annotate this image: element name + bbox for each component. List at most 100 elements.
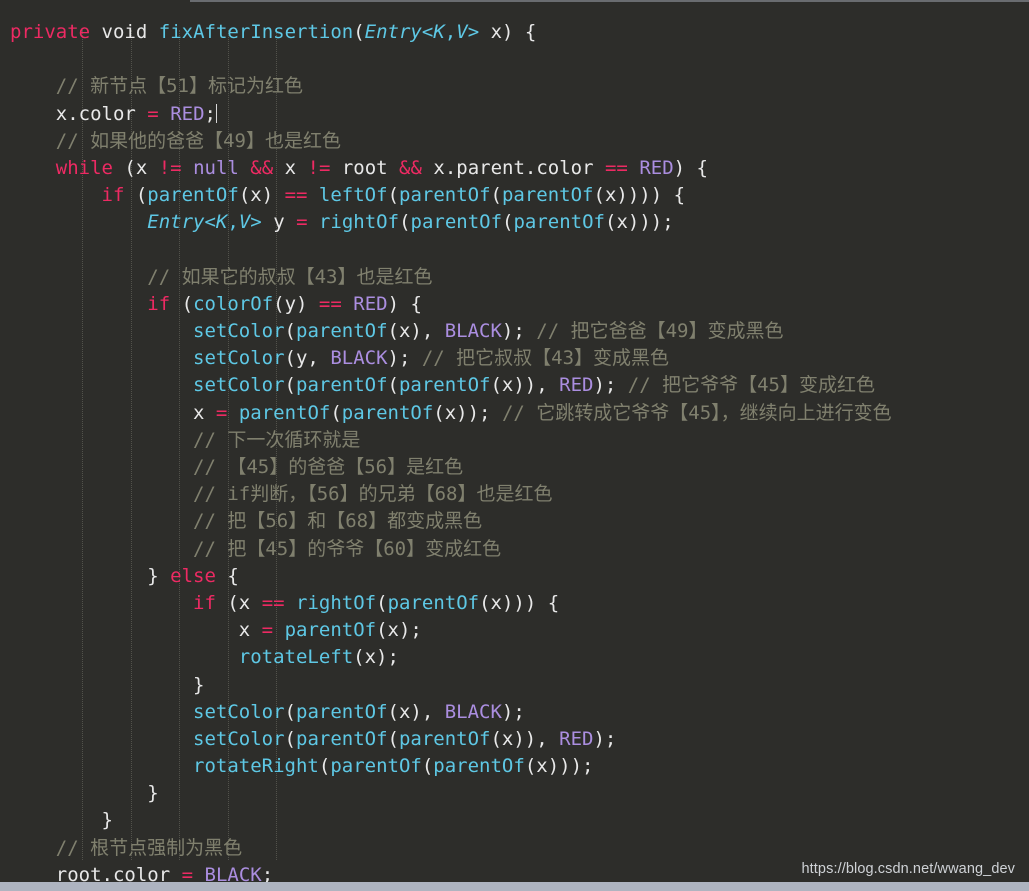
- token-pl: (x);: [353, 646, 399, 669]
- token-cmt: // 新节点【51】标记为红色: [10, 75, 303, 98]
- token-pl: (x)))) {: [593, 184, 686, 207]
- token-pl: );: [501, 700, 525, 723]
- code-line[interactable]: [0, 46, 1029, 73]
- token-pl: );: [593, 727, 617, 750]
- token-cmt: // 下一次循环就是: [10, 428, 361, 451]
- token-pl: (: [421, 755, 434, 778]
- token-fn: <: [204, 211, 216, 234]
- code-line[interactable]: setColor(parentOf(parentOf(x)), RED);: [0, 726, 1029, 753]
- token-fn: parentOf: [398, 727, 491, 750]
- code-line[interactable]: // 如果他的爸爸【49】也是红色: [0, 128, 1029, 155]
- token-op: ==: [318, 292, 342, 315]
- token-pl: ) {: [387, 292, 422, 315]
- token-pl: (y): [273, 292, 319, 315]
- token-pl: x: [10, 619, 262, 642]
- code-line[interactable]: // 把【45】的爷爷【60】变成红色: [0, 536, 1029, 563]
- token-cmt: // 把【56】和【68】都变成黑色: [10, 510, 483, 533]
- code-line[interactable]: Entry<K,V> y = rightOf(parentOf(parentOf…: [0, 209, 1029, 236]
- code-line[interactable]: while (x != null && x != root && x.paren…: [0, 155, 1029, 182]
- code-line[interactable]: } else {: [0, 563, 1029, 590]
- token-cmt: // 【45】的爸爸【56】是红色: [10, 456, 464, 478]
- token-pl: (x));: [433, 401, 502, 424]
- token-const: RED: [639, 156, 674, 179]
- code-line[interactable]: // 【45】的爸爸【56】是红色: [0, 454, 1029, 481]
- token-fn: parentOf: [410, 211, 503, 234]
- token-pl: (x),: [387, 320, 445, 343]
- code-line[interactable]: x = parentOf(parentOf(x)); // 它跳转成它爷爷【45…: [0, 400, 1029, 427]
- token-op: =: [215, 401, 228, 424]
- code-line[interactable]: rotateLeft(x);: [0, 644, 1029, 671]
- token-pl: ;: [204, 102, 216, 125]
- token-fn: parentOf: [433, 755, 525, 778]
- token-pl: (: [284, 374, 296, 397]
- bottom-status-bar: [0, 882, 1029, 891]
- token-const: null: [193, 156, 239, 179]
- code-line[interactable]: // 新节点【51】标记为红色: [0, 73, 1029, 100]
- token-const: BLACK: [330, 347, 388, 370]
- token-cls: Entry: [147, 211, 205, 234]
- token-fn: parentOf: [296, 700, 388, 723]
- token-fn: parentOf: [296, 320, 388, 343]
- token-fn: parentOf: [341, 401, 434, 424]
- token-pl: x.color: [10, 102, 148, 125]
- code-line[interactable]: setColor(parentOf(x), BLACK); // 把它爸爸【49…: [0, 318, 1029, 345]
- token-pl: (: [330, 401, 342, 424]
- token-pl: (: [387, 184, 400, 207]
- token-pl: (x),: [387, 700, 445, 723]
- code-line[interactable]: }: [0, 672, 1029, 699]
- token-fn: setColor: [193, 727, 285, 750]
- token-kw: if: [147, 292, 171, 315]
- token-fn: parentOf: [147, 184, 239, 207]
- token-cls: Entry: [364, 21, 422, 43]
- code-line[interactable]: if (x == rightOf(parentOf(x))) {: [0, 590, 1029, 617]
- token-kw: if: [101, 184, 125, 207]
- code-line[interactable]: // 把【56】和【68】都变成黑色: [0, 508, 1029, 535]
- code-line[interactable]: x = parentOf(x);: [0, 617, 1029, 644]
- token-gen: V: [456, 21, 468, 43]
- code-line[interactable]: if (colorOf(y) == RED) {: [0, 291, 1029, 318]
- token-fn: ,: [444, 21, 457, 43]
- code-line[interactable]: private void fixAfterInsertion(Entry<K,V…: [0, 19, 1029, 46]
- token-pl: x: [10, 401, 216, 424]
- token-op: !=: [307, 156, 331, 179]
- code-line[interactable]: }: [0, 780, 1029, 807]
- token-pl: x) {: [479, 21, 537, 43]
- token-pl: (x): [238, 184, 285, 207]
- token-op: =: [147, 102, 159, 125]
- token-pl: (: [502, 211, 514, 234]
- token-cmt: // 它跳转成它爷爷【45】，继续向上进行变色: [501, 401, 892, 424]
- code-line[interactable]: setColor(y, BLACK); // 把它叔叔【43】变成黑色: [0, 345, 1029, 372]
- code-line[interactable]: // 如果它的叔叔【43】也是红色: [0, 264, 1029, 291]
- code-block[interactable]: private void fixAfterInsertion(Entry<K,V…: [0, 19, 1029, 891]
- code-line[interactable]: }: [0, 807, 1029, 834]
- token-fn: parentOf: [296, 374, 388, 397]
- code-line[interactable]: x.color = RED;: [0, 101, 1029, 128]
- token-pl: (: [284, 700, 296, 723]
- code-line[interactable]: [0, 237, 1029, 264]
- token-pl: (: [284, 727, 296, 750]
- code-line[interactable]: // if判断，【56】的兄弟【68】也是红色: [0, 481, 1029, 508]
- code-line[interactable]: // 根节点强制为黑色: [0, 835, 1029, 862]
- token-cmt: // if判断，【56】的兄弟【68】也是红色: [10, 483, 553, 506]
- code-line[interactable]: setColor(parentOf(parentOf(x)), RED); //…: [0, 372, 1029, 399]
- token-pl: (: [318, 755, 331, 778]
- token-cmt: // 把【45】的爷爷【60】变成红色: [10, 537, 502, 560]
- code-line[interactable]: rotateRight(parentOf(parentOf(x)));: [0, 753, 1029, 780]
- token-pl: (: [387, 727, 399, 750]
- token-fn: parentOf: [238, 401, 331, 424]
- code-line[interactable]: // 下一次循环就是: [0, 427, 1029, 454]
- token-cmt: // 如果它的叔叔【43】也是红色: [10, 265, 433, 288]
- code-line[interactable]: setColor(parentOf(x), BLACK);: [0, 699, 1029, 726]
- code-line[interactable]: if (parentOf(x) == leftOf(parentOf(paren…: [0, 182, 1029, 209]
